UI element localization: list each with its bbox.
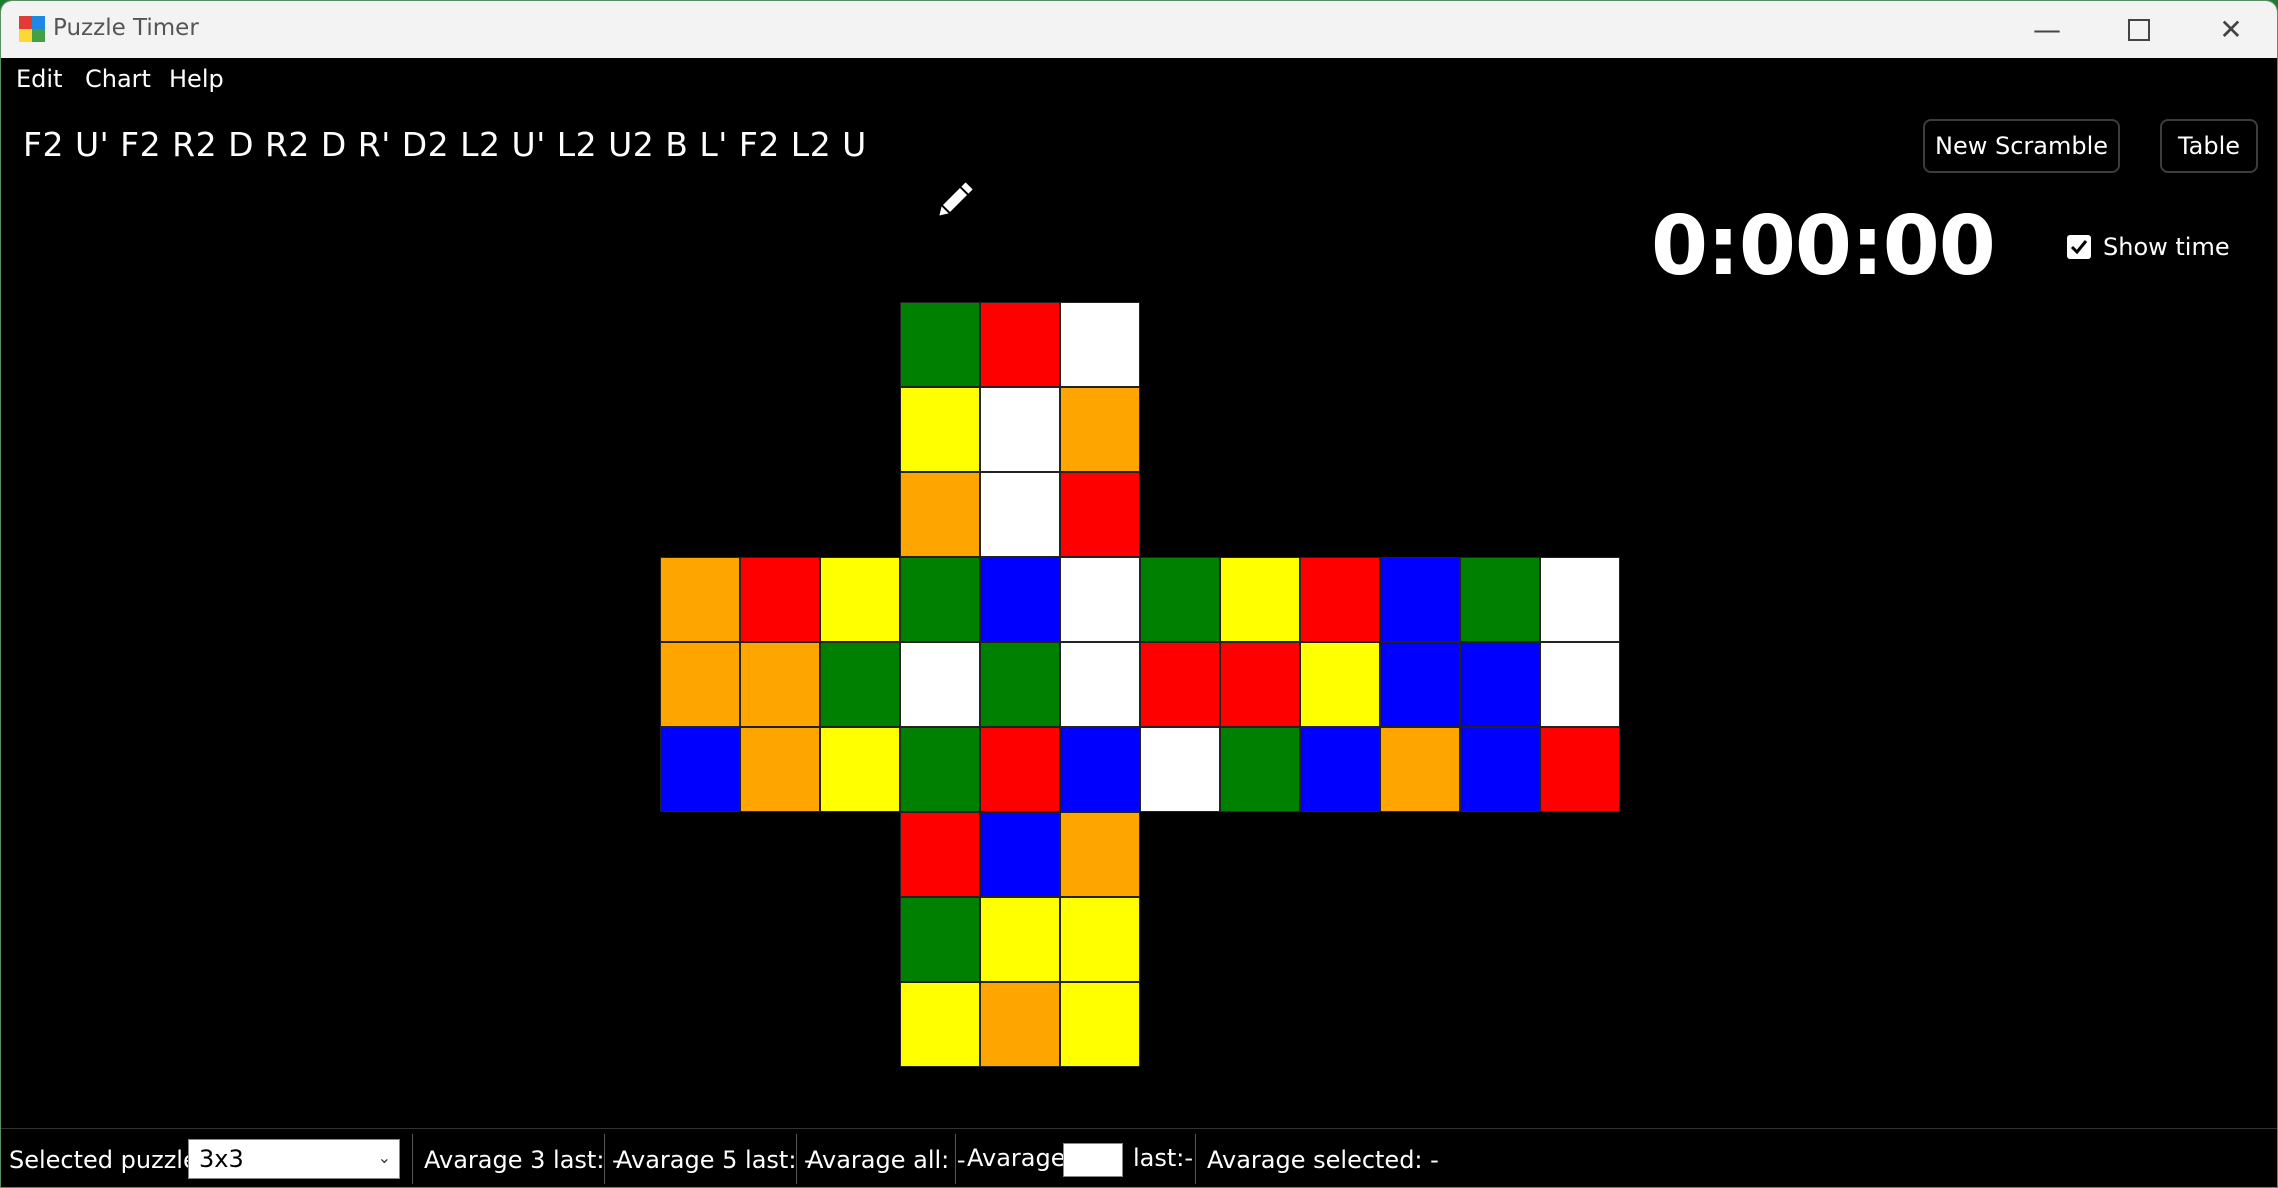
sticker-back bbox=[1540, 727, 1620, 812]
sticker-up bbox=[1060, 302, 1140, 387]
sticker-left bbox=[740, 642, 820, 727]
sticker-front bbox=[900, 557, 980, 642]
show-time-checkbox[interactable] bbox=[2067, 235, 2091, 259]
app-window: Puzzle Timer — ✕ Edit Chart Help F2 U' F… bbox=[0, 0, 2278, 1188]
edit-scramble-pencil-icon[interactable] bbox=[931, 176, 979, 224]
sticker-right bbox=[1300, 642, 1380, 727]
sticker-down bbox=[1060, 812, 1140, 897]
sticker-right bbox=[1220, 557, 1300, 642]
sticker-back bbox=[1540, 642, 1620, 727]
status-bar: Selected puzzle: 3x3 ⌄ Avarage 3 last: -… bbox=[1, 1128, 2277, 1187]
divider bbox=[1195, 1134, 1196, 1184]
scramble-text: F2 U' F2 R2 D R2 D R' D2 L2 U' L2 U2 B L… bbox=[23, 125, 867, 164]
sticker-up bbox=[900, 472, 980, 557]
sticker-up bbox=[980, 387, 1060, 472]
divider bbox=[604, 1134, 605, 1184]
sticker-right bbox=[1300, 557, 1380, 642]
sticker-front bbox=[900, 727, 980, 812]
sticker-down bbox=[980, 982, 1060, 1067]
sticker-up bbox=[980, 302, 1060, 387]
sticker-back bbox=[1540, 557, 1620, 642]
sticker-right bbox=[1220, 727, 1300, 812]
sticker-left bbox=[820, 727, 900, 812]
selected-puzzle-label: Selected puzzle: bbox=[9, 1146, 206, 1174]
sticker-front bbox=[980, 727, 1060, 812]
sticker-back bbox=[1460, 727, 1540, 812]
sticker-down bbox=[980, 812, 1060, 897]
average-selected: Avarage selected: - bbox=[1207, 1146, 1439, 1174]
sticker-left bbox=[820, 642, 900, 727]
average-5-last: Avarage 5 last: - bbox=[616, 1146, 813, 1174]
maximize-button[interactable] bbox=[2093, 1, 2185, 58]
maximize-icon bbox=[2128, 18, 2150, 41]
menu-edit[interactable]: Edit bbox=[16, 65, 62, 93]
sticker-left bbox=[660, 557, 740, 642]
show-time-toggle[interactable]: Show time bbox=[2067, 233, 2230, 261]
sticker-front bbox=[900, 642, 980, 727]
title-bar: Puzzle Timer — ✕ bbox=[1, 1, 2277, 58]
menu-help[interactable]: Help bbox=[169, 65, 224, 93]
sticker-back bbox=[1380, 727, 1460, 812]
puzzle-select-value: 3x3 bbox=[199, 1145, 244, 1173]
sticker-back bbox=[1460, 557, 1540, 642]
puzzle-select[interactable]: 3x3 ⌄ bbox=[188, 1139, 400, 1179]
sticker-up bbox=[1060, 472, 1140, 557]
average-3-last: Avarage 3 last: - bbox=[424, 1146, 621, 1174]
sticker-up bbox=[900, 302, 980, 387]
sticker-right bbox=[1140, 642, 1220, 727]
sticker-front bbox=[980, 557, 1060, 642]
sticker-down bbox=[900, 897, 980, 982]
sticker-front bbox=[980, 642, 1060, 727]
divider bbox=[412, 1134, 413, 1184]
sticker-down bbox=[1060, 897, 1140, 982]
average-n-label: Avarage bbox=[967, 1144, 1066, 1172]
sticker-back bbox=[1380, 642, 1460, 727]
close-button[interactable]: ✕ bbox=[2185, 1, 2277, 58]
sticker-down bbox=[900, 982, 980, 1067]
timer-display: 0:00:00 bbox=[1651, 199, 1996, 294]
sticker-front bbox=[1060, 557, 1140, 642]
average-n-input[interactable] bbox=[1063, 1143, 1123, 1177]
table-button[interactable]: Table bbox=[2160, 119, 2258, 173]
minimize-button[interactable]: — bbox=[2001, 1, 2093, 58]
menu-bar: Edit Chart Help bbox=[1, 58, 2277, 98]
divider bbox=[955, 1134, 956, 1184]
chevron-down-icon: ⌄ bbox=[377, 1148, 391, 1167]
sticker-up bbox=[1060, 387, 1140, 472]
sticker-up bbox=[980, 472, 1060, 557]
sticker-back bbox=[1460, 642, 1540, 727]
sticker-left bbox=[660, 642, 740, 727]
minimize-icon: — bbox=[2033, 13, 2061, 46]
new-scramble-button[interactable]: New Scramble bbox=[1923, 119, 2120, 173]
close-icon: ✕ bbox=[2219, 13, 2243, 46]
sticker-front bbox=[1060, 642, 1140, 727]
sticker-front bbox=[1060, 727, 1140, 812]
average-all: Avarage all: - bbox=[807, 1146, 966, 1174]
sticker-right bbox=[1220, 642, 1300, 727]
divider bbox=[796, 1134, 797, 1184]
sticker-left bbox=[740, 727, 820, 812]
sticker-down bbox=[900, 812, 980, 897]
sticker-down bbox=[980, 897, 1060, 982]
sticker-back bbox=[1380, 557, 1460, 642]
sticker-left bbox=[820, 557, 900, 642]
average-n-last-label: last:- bbox=[1133, 1144, 1194, 1172]
sticker-right bbox=[1140, 557, 1220, 642]
show-time-label: Show time bbox=[2103, 233, 2230, 261]
sticker-left bbox=[740, 557, 820, 642]
sticker-right bbox=[1300, 727, 1380, 812]
window-title: Puzzle Timer bbox=[53, 15, 199, 41]
menu-chart[interactable]: Chart bbox=[85, 65, 151, 93]
app-icon bbox=[19, 16, 45, 42]
sticker-down bbox=[1060, 982, 1140, 1067]
sticker-left bbox=[660, 727, 740, 812]
sticker-right bbox=[1140, 727, 1220, 812]
checkmark-icon bbox=[2070, 240, 2088, 255]
sticker-up bbox=[900, 387, 980, 472]
